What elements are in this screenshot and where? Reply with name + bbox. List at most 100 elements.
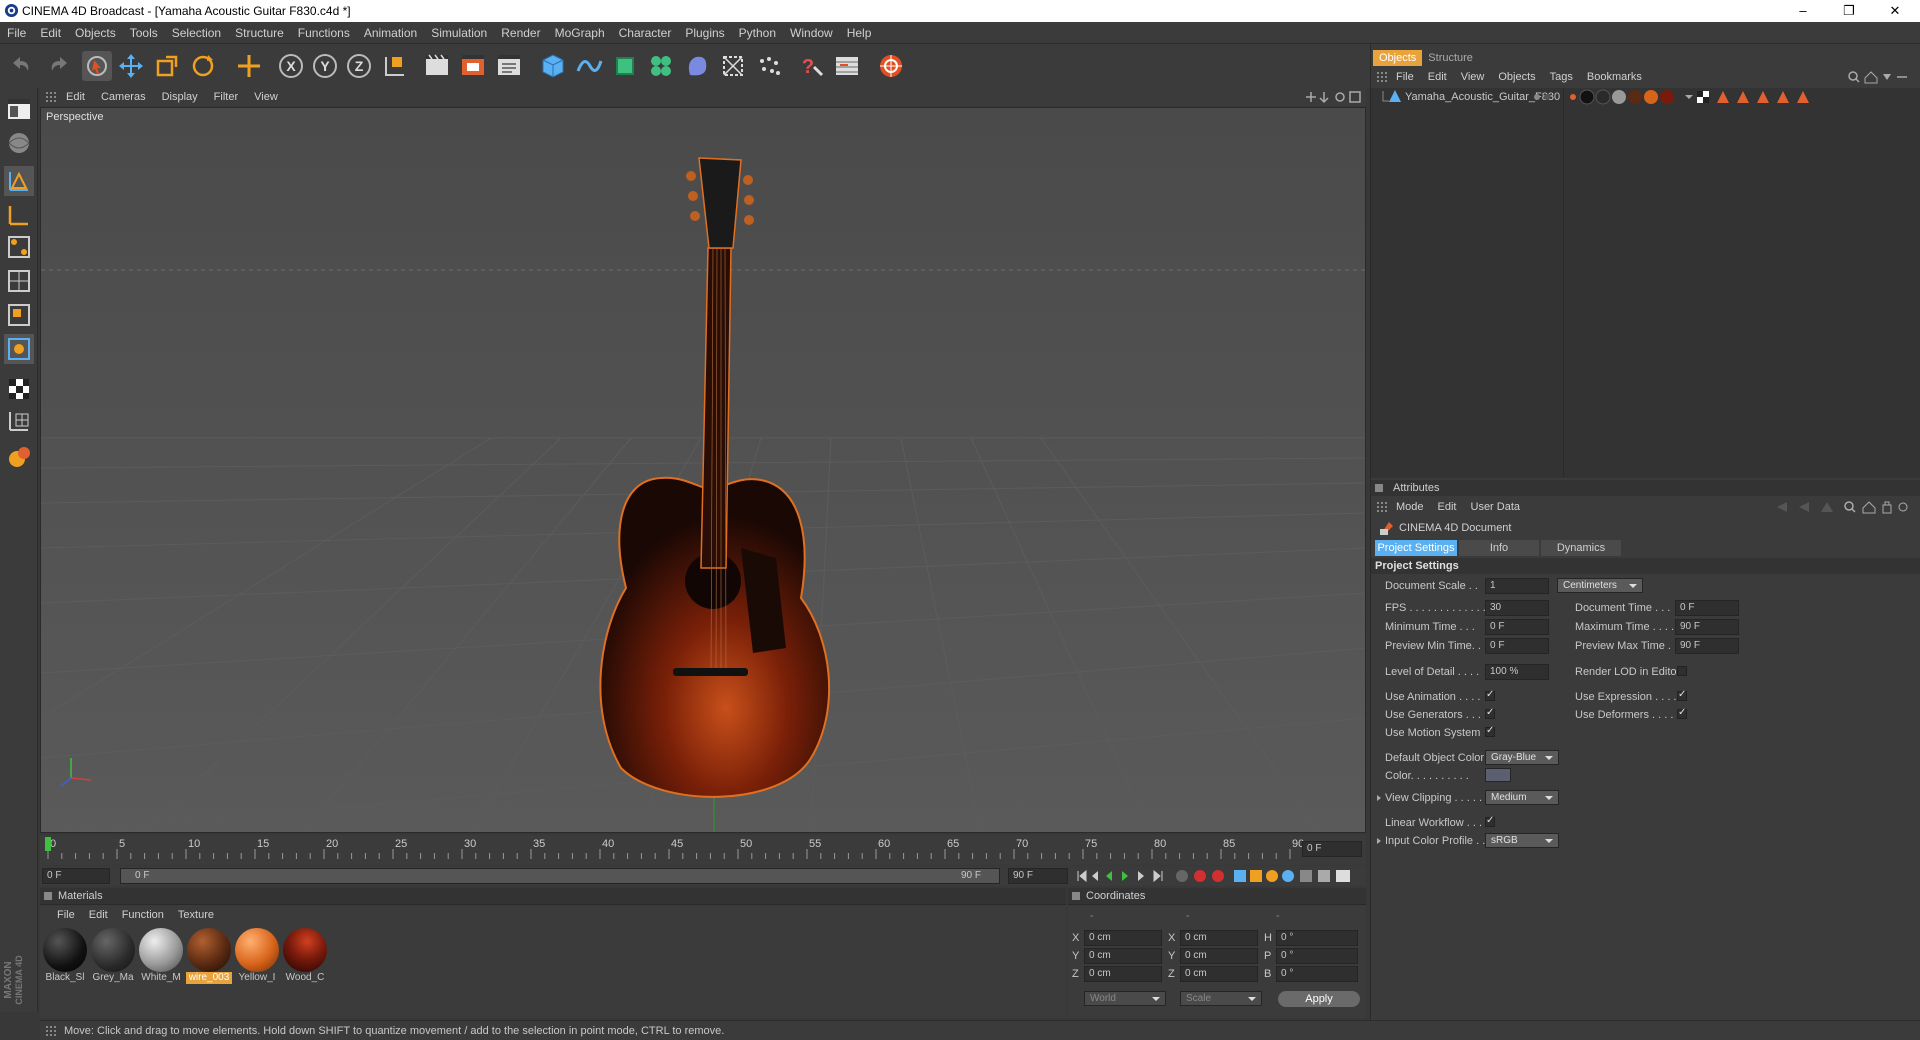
prev-max-field[interactable]: 90 F	[1675, 638, 1739, 654]
use-motion-checkbox[interactable]	[1485, 725, 1495, 737]
object-row[interactable]: Yamaha_Acoustic_Guitar_F830	[1371, 88, 1920, 106]
rotation-b-field[interactable]: 0 °	[1276, 966, 1358, 982]
prev-min-field[interactable]: 0 F	[1485, 638, 1549, 654]
attributes-nav-icons[interactable]	[1773, 500, 1913, 514]
mat-menu-function[interactable]: Function	[115, 906, 171, 924]
move-tool[interactable]	[116, 51, 146, 81]
material-swatch[interactable]: Wood_C	[282, 928, 328, 984]
material-swatch-selected[interactable]: wire_003	[186, 928, 232, 984]
menu-tools[interactable]: Tools	[123, 22, 165, 44]
cube-primitive-button[interactable]	[538, 51, 568, 81]
position-z-field[interactable]: 0 cm	[1084, 966, 1162, 982]
lod-field[interactable]: 100 %	[1485, 664, 1549, 680]
object-mode-icon[interactable]	[4, 334, 34, 364]
mat-menu-file[interactable]: File	[50, 906, 82, 924]
cinema4d-logo-button[interactable]	[876, 51, 906, 81]
render-settings-button[interactable]	[494, 51, 524, 81]
texture-mode-icon[interactable]	[4, 374, 34, 404]
material-swatch[interactable]: Black_Sl	[42, 928, 88, 984]
position-x-field[interactable]: 0 cm	[1084, 930, 1162, 946]
menu-objects[interactable]: Objects	[68, 22, 123, 44]
attr-menu-user-data[interactable]: User Data	[1464, 498, 1528, 516]
material-swatch[interactable]: White_M	[138, 928, 184, 984]
use-animation-checkbox[interactable]	[1485, 689, 1495, 701]
menu-file[interactable]: File	[0, 22, 33, 44]
playhead-marker[interactable]	[45, 837, 51, 851]
sculpt-icon[interactable]	[4, 442, 34, 472]
position-y-field[interactable]: 0 cm	[1084, 948, 1162, 964]
polygon-mode-icon[interactable]	[4, 166, 34, 196]
start-frame-field[interactable]: 0 F	[42, 868, 110, 884]
undo-button[interactable]	[8, 51, 38, 81]
objects-toolbar-icons[interactable]	[1847, 70, 1913, 84]
scale-tool[interactable]	[152, 51, 182, 81]
spline-button[interactable]	[574, 51, 604, 81]
edge-mode-icon[interactable]	[4, 200, 34, 230]
y-axis-lock-button[interactable]: Y	[310, 51, 340, 81]
playback-controls[interactable]	[1074, 868, 1364, 884]
maximize-button[interactable]: ❐	[1826, 0, 1872, 22]
obj-menu-file[interactable]: File	[1389, 68, 1421, 86]
material-tags-icons[interactable]	[1567, 89, 1817, 105]
redo-button[interactable]	[42, 51, 72, 81]
workplane-icon[interactable]	[4, 406, 34, 436]
menu-window[interactable]: Window	[783, 22, 840, 44]
material-swatch[interactable]: Grey_Ma	[90, 928, 136, 984]
tab-dynamics[interactable]: Dynamics	[1541, 540, 1621, 556]
obj-menu-edit[interactable]: Edit	[1421, 68, 1454, 86]
scale-y-field[interactable]: 0 cm	[1180, 948, 1258, 964]
vp-menu-filter[interactable]: Filter	[206, 88, 246, 106]
linear-workflow-checkbox[interactable]	[1485, 815, 1495, 827]
point-mode-icon[interactable]	[4, 232, 34, 262]
tab-objects[interactable]: Objects	[1373, 50, 1423, 66]
camera-button[interactable]	[754, 51, 784, 81]
attr-menu-edit[interactable]: Edit	[1431, 498, 1464, 516]
fps-field[interactable]: 30	[1485, 600, 1549, 616]
recent-tools-button[interactable]	[234, 51, 264, 81]
tab-structure[interactable]: Structure	[1422, 50, 1479, 66]
menu-python[interactable]: Python	[732, 22, 783, 44]
help-button[interactable]: ?	[796, 51, 826, 81]
render-to-picture-viewer-button[interactable]	[458, 51, 488, 81]
default-color-dropdown[interactable]: Gray-Blue	[1485, 750, 1559, 765]
expand-arrow-icon[interactable]	[1375, 837, 1383, 845]
z-axis-lock-button[interactable]: Z	[344, 51, 374, 81]
doc-scale-field[interactable]: 1	[1485, 578, 1549, 594]
tab-project-settings[interactable]: Project Settings	[1375, 540, 1457, 556]
menu-structure[interactable]: Structure	[228, 22, 291, 44]
menu-edit[interactable]: Edit	[33, 22, 68, 44]
use-expression-checkbox[interactable]	[1677, 689, 1687, 701]
uv-polygon-mode-icon[interactable]	[4, 266, 34, 296]
obj-menu-bookmarks[interactable]: Bookmarks	[1580, 68, 1649, 86]
view-clipping-dropdown[interactable]: Medium	[1485, 790, 1559, 805]
tab-info[interactable]: Info	[1459, 540, 1539, 556]
use-deformers-checkbox[interactable]	[1677, 707, 1687, 719]
size-mode-dropdown[interactable]: Scale	[1180, 991, 1262, 1006]
input-color-profile-dropdown[interactable]: sRGB	[1485, 833, 1559, 848]
frame-range-slider[interactable]: 0 F 90 F	[120, 868, 1000, 884]
use-generators-checkbox[interactable]	[1485, 707, 1495, 719]
attr-menu-mode[interactable]: Mode	[1389, 498, 1431, 516]
rotation-h-field[interactable]: 0 °	[1276, 930, 1358, 946]
max-time-field[interactable]: 90 F	[1675, 619, 1739, 635]
menu-functions[interactable]: Functions	[291, 22, 357, 44]
render-view-button[interactable]	[422, 51, 452, 81]
layout-icon[interactable]	[4, 94, 34, 124]
model-mode-icon[interactable]	[4, 128, 34, 158]
mograph-cloner-button[interactable]	[646, 51, 676, 81]
apply-button[interactable]: Apply	[1278, 991, 1360, 1007]
visibility-dots-icon[interactable]	[1531, 92, 1555, 102]
doc-time-field[interactable]: 0 F	[1675, 600, 1739, 616]
mat-menu-texture[interactable]: Texture	[171, 906, 221, 924]
rotate-tool[interactable]	[188, 51, 218, 81]
material-swatch[interactable]: Yellow_I	[234, 928, 280, 984]
render-lod-checkbox[interactable]	[1677, 666, 1687, 676]
vp-menu-cameras[interactable]: Cameras	[93, 88, 154, 106]
coordinate-system-button[interactable]	[380, 51, 410, 81]
minimize-button[interactable]: –	[1780, 0, 1826, 22]
menu-mograph[interactable]: MoGraph	[548, 22, 612, 44]
min-time-field[interactable]: 0 F	[1485, 619, 1549, 635]
environment-button[interactable]	[718, 51, 748, 81]
scale-x-field[interactable]: 0 cm	[1180, 930, 1258, 946]
live-selection-tool[interactable]	[82, 51, 112, 81]
